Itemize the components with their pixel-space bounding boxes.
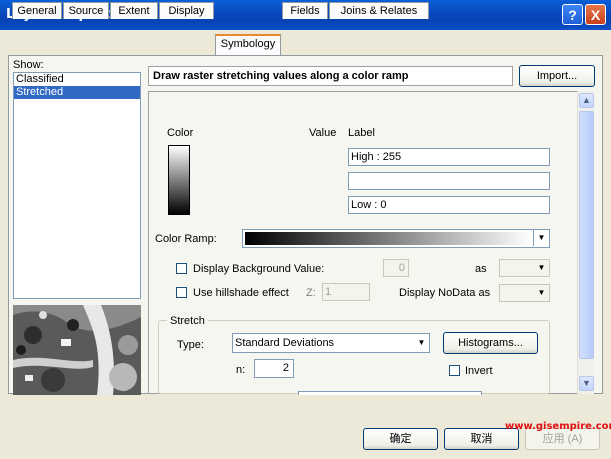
background-value-checkbox[interactable] <box>176 263 187 274</box>
chevron-down-icon[interactable]: ▼ <box>414 334 429 352</box>
low-label-field[interactable]: Low : 0 <box>348 196 550 214</box>
n-label: n: <box>236 364 246 376</box>
stretch-type-label: Type: <box>177 339 204 351</box>
layer-properties-dialog: Layer Properties ? X General Source Exte… <box>0 0 611 459</box>
tab-display[interactable]: Display <box>159 2 214 19</box>
vertical-scrollbar[interactable]: ▲ ▼ <box>577 91 594 394</box>
z-label: Z: <box>306 287 316 299</box>
close-button[interactable]: X <box>585 4 606 25</box>
show-label: Show: <box>13 59 44 71</box>
background-value-field[interactable]: 0 <box>383 259 409 277</box>
watermark-text: www.gisempire.com <box>505 421 611 432</box>
hillshade-label: Use hillshade effect <box>193 287 289 299</box>
help-button[interactable]: ? <box>562 4 583 25</box>
z-factor-field[interactable]: 1 <box>322 283 370 301</box>
color-ramp-dropdown[interactable]: ▼ <box>242 229 550 248</box>
color-column-header: Color <box>167 127 194 139</box>
show-item-stretched[interactable]: Stretched <box>14 86 140 99</box>
background-as-label: as <box>475 263 487 275</box>
mid-label-field[interactable] <box>348 172 550 190</box>
n-value-field[interactable]: 2 <box>254 359 294 378</box>
ok-button[interactable]: 确定 <box>363 428 438 450</box>
color-ramp-gradient <box>245 232 531 245</box>
stretch-group-label: Stretch <box>167 315 208 327</box>
tab-joins-relates[interactable]: Joins & Relates <box>329 2 429 19</box>
invert-checkbox[interactable] <box>449 365 460 376</box>
tab-fields[interactable]: Fields <box>282 2 328 19</box>
value-column-header: Value <box>309 127 337 139</box>
tab-extent[interactable]: Extent <box>110 2 158 19</box>
import-button[interactable]: Import... <box>519 65 595 87</box>
background-value-label: Display Background Value: <box>193 263 325 275</box>
show-list: Classified Stretched <box>13 72 141 299</box>
tab-symbology[interactable]: Symbology <box>215 34 281 55</box>
partial-field <box>298 391 482 395</box>
histograms-button[interactable]: Histograms... <box>443 332 538 354</box>
invert-label: Invert <box>465 365 493 377</box>
nodata-label: Display NoData as <box>399 287 491 299</box>
chevron-down-icon[interactable]: ▼ <box>533 230 549 246</box>
scroll-thumb[interactable] <box>579 111 594 359</box>
color-swatch[interactable] <box>168 145 190 215</box>
tab-general[interactable]: General <box>12 2 62 19</box>
scroll-down-icon[interactable]: ▼ <box>579 376 594 391</box>
background-color-dropdown[interactable]: ▼ <box>499 259 550 277</box>
chevron-down-icon[interactable]: ▼ <box>534 285 549 301</box>
label-column-header: Label <box>348 127 375 139</box>
stretch-type-value: Standard Deviations <box>235 337 335 349</box>
show-item-classified[interactable]: Classified <box>14 73 140 86</box>
raster-preview-image <box>13 305 141 395</box>
stretch-type-dropdown[interactable]: Standard Deviations ▼ <box>232 333 430 353</box>
chevron-down-icon[interactable]: ▼ <box>534 260 549 276</box>
color-ramp-label: Color Ramp: <box>155 233 217 245</box>
symbology-description: Draw raster stretching values along a co… <box>148 66 513 86</box>
tab-source[interactable]: Source <box>63 2 109 19</box>
high-label-field[interactable]: High : 255 <box>348 148 550 166</box>
scroll-up-icon[interactable]: ▲ <box>579 93 594 108</box>
hillshade-checkbox[interactable] <box>176 287 187 298</box>
nodata-color-dropdown[interactable]: ▼ <box>499 284 550 302</box>
